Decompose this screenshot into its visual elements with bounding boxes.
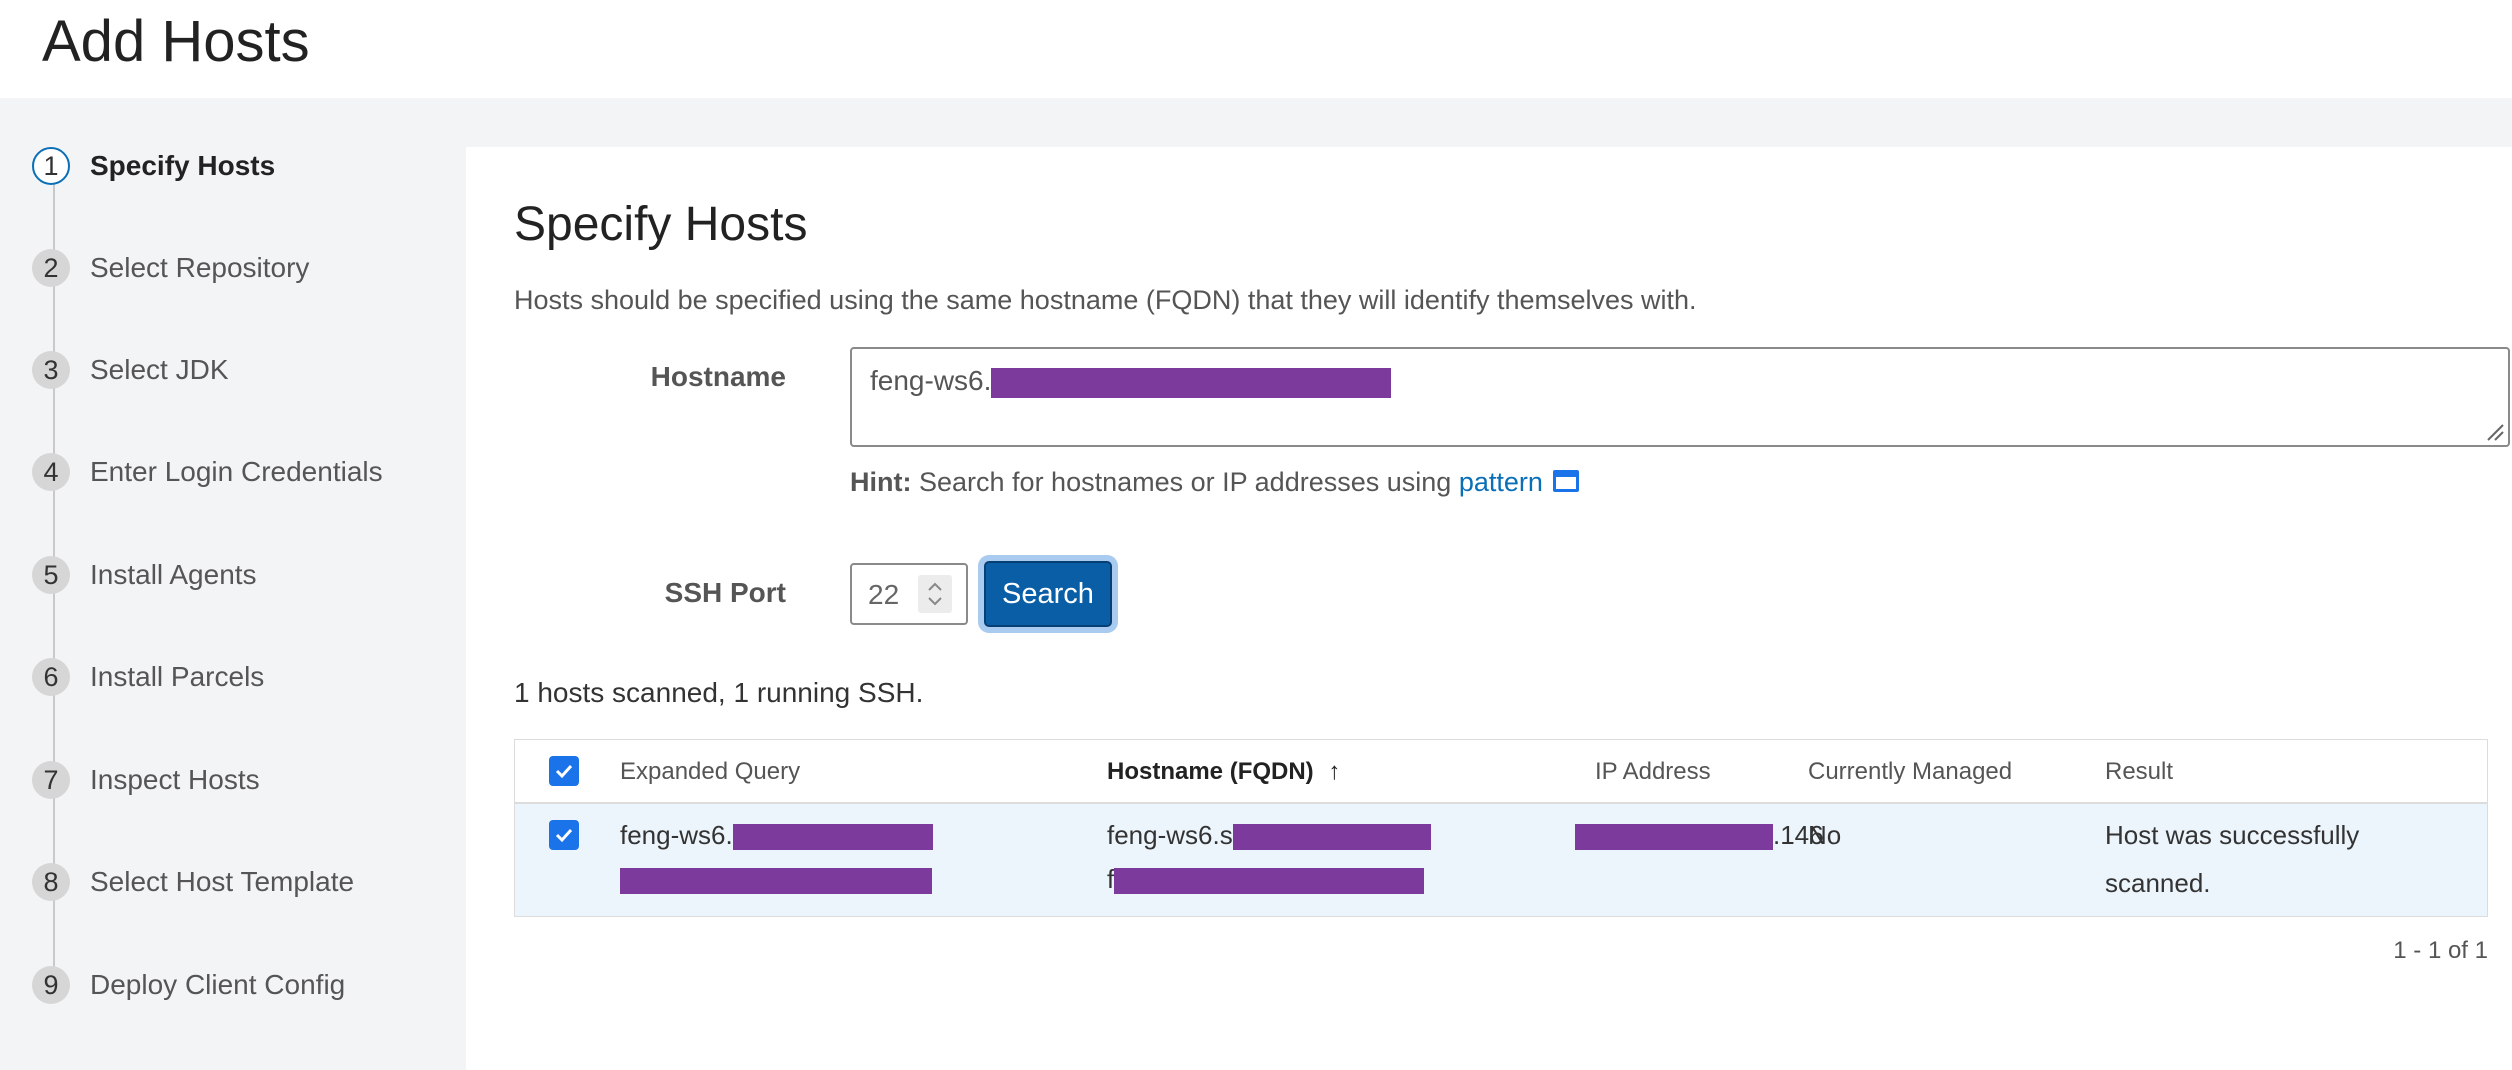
cell-result-line1: Host was successfully — [2105, 820, 2360, 850]
hostname-textarea[interactable]: feng-ws6. — [850, 347, 2510, 447]
redaction-block — [1575, 824, 1773, 851]
step-label: Inspect Hosts — [90, 764, 260, 795]
redaction-block — [620, 868, 932, 895]
step-number: 5 — [32, 556, 70, 594]
ssh-port-value: 22 — [868, 579, 900, 610]
hint-text: Hint: Search for hostnames or IP address… — [850, 467, 1579, 498]
step-install-agents[interactable]: 5 Install Agents — [32, 553, 257, 597]
sort-ascending-icon: ↑ — [1328, 758, 1341, 785]
col-hostname-label: Hostname (FQDN) — [1107, 758, 1314, 785]
step-label: Select Host Template — [90, 866, 355, 897]
section-title: Specify Hosts — [514, 198, 808, 251]
step-label: Enter Login Credentials — [90, 456, 383, 487]
port-stepper[interactable] — [918, 575, 952, 613]
scan-status: 1 hosts scanned, 1 running SSH. — [514, 677, 924, 708]
redaction-block — [732, 824, 933, 851]
step-number: 2 — [32, 249, 70, 287]
step-number: 6 — [32, 658, 70, 696]
checkmark-icon — [555, 764, 573, 779]
col-expanded-query[interactable]: Expanded Query — [620, 758, 800, 786]
hostname-cell-line2: f — [1107, 864, 1115, 894]
stepper-arrows-icon — [928, 582, 942, 606]
step-label: Install Parcels — [90, 661, 265, 692]
step-enter-login-credentials[interactable]: 4 Enter Login Credentials — [32, 450, 383, 494]
cell-hostname-line2: f — [1107, 864, 1425, 895]
cell-expanded-query: feng-ws6. — [620, 820, 933, 851]
step-number: 9 — [32, 966, 70, 1004]
cell-hostname: feng-ws6.s — [1107, 820, 1431, 851]
external-window-icon[interactable] — [1552, 469, 1579, 492]
step-inspect-hosts[interactable]: 7 Inspect Hosts — [32, 758, 260, 802]
col-ip-address[interactable]: IP Address — [1595, 758, 1711, 786]
step-number: 1 — [32, 147, 70, 185]
pattern-link[interactable]: pattern — [1459, 467, 1543, 497]
expanded-query-value: feng-ws6. — [620, 820, 733, 850]
step-label: Select Repository — [90, 252, 310, 283]
ssh-port-input[interactable]: 22 — [850, 563, 968, 625]
page-title: Add Hosts — [42, 9, 310, 74]
wizard-steps: 1 Specify Hosts 2 Select Repository 3 Se… — [0, 98, 465, 1070]
row-checkbox[interactable] — [549, 820, 579, 850]
step-label: Select JDK — [90, 354, 229, 385]
step-select-jdk[interactable]: 3 Select JDK — [32, 348, 229, 392]
step-deploy-client-config[interactable]: 9 Deploy Client Config — [32, 963, 345, 1007]
step-number: 8 — [32, 863, 70, 901]
step-label: Deploy Client Config — [90, 969, 346, 1000]
step-number: 7 — [32, 761, 70, 799]
step-label: Install Agents — [90, 559, 257, 590]
main-panel: Specify Hosts Hosts should be specified … — [466, 147, 2512, 1070]
step-label: Specify Hosts — [90, 150, 276, 181]
hint-label: Hint: — [850, 467, 912, 497]
search-button[interactable]: Search — [984, 561, 1112, 627]
col-hostname[interactable]: Hostname (FQDN) ↑ — [1107, 758, 1340, 786]
redaction-block — [1114, 868, 1425, 895]
hosts-table: Expanded Query Hostname (FQDN) ↑ IP Addr… — [514, 739, 2488, 917]
step-install-parcels[interactable]: 6 Install Parcels — [32, 655, 264, 699]
redaction-block — [991, 367, 1392, 398]
header-bar: Add Hosts — [0, 0, 2512, 98]
hostname-value: feng-ws6. — [870, 365, 992, 396]
cell-currently-managed: No — [1808, 820, 1842, 850]
step-specify-hosts[interactable]: 1 Specify Hosts — [32, 144, 275, 188]
cell-result-line2: scanned. — [2105, 868, 2211, 898]
col-result[interactable]: Result — [2105, 758, 2173, 786]
resize-grip-icon[interactable] — [2484, 421, 2504, 441]
select-all-checkbox[interactable] — [549, 756, 579, 786]
step-number: 3 — [32, 351, 70, 389]
hostname-label: Hostname — [650, 361, 786, 392]
checkmark-icon — [555, 828, 573, 843]
cell-ip-address: .146 — [1575, 820, 1824, 851]
step-select-host-template[interactable]: 8 Select Host Template — [32, 860, 354, 904]
step-select-repository[interactable]: 2 Select Repository — [32, 246, 309, 290]
pagination-info: 1 - 1 of 1 — [2393, 937, 2488, 964]
section-description: Hosts should be specified using the same… — [514, 285, 1697, 315]
ssh-port-label: SSH Port — [664, 577, 786, 608]
step-number: 4 — [32, 453, 70, 491]
col-currently-managed[interactable]: Currently Managed — [1808, 758, 2012, 786]
hostname-cell-value: feng-ws6.s — [1107, 820, 1233, 850]
table-row[interactable]: feng-ws6. feng-ws6.s f .146 No Host was … — [515, 804, 2487, 916]
redaction-block — [1232, 824, 1431, 851]
cell-expanded-query-line2 — [620, 864, 932, 895]
table-header: Expanded Query Hostname (FQDN) ↑ IP Addr… — [515, 740, 2487, 804]
hint-body: Search for hostnames or IP addresses usi… — [919, 467, 1452, 497]
